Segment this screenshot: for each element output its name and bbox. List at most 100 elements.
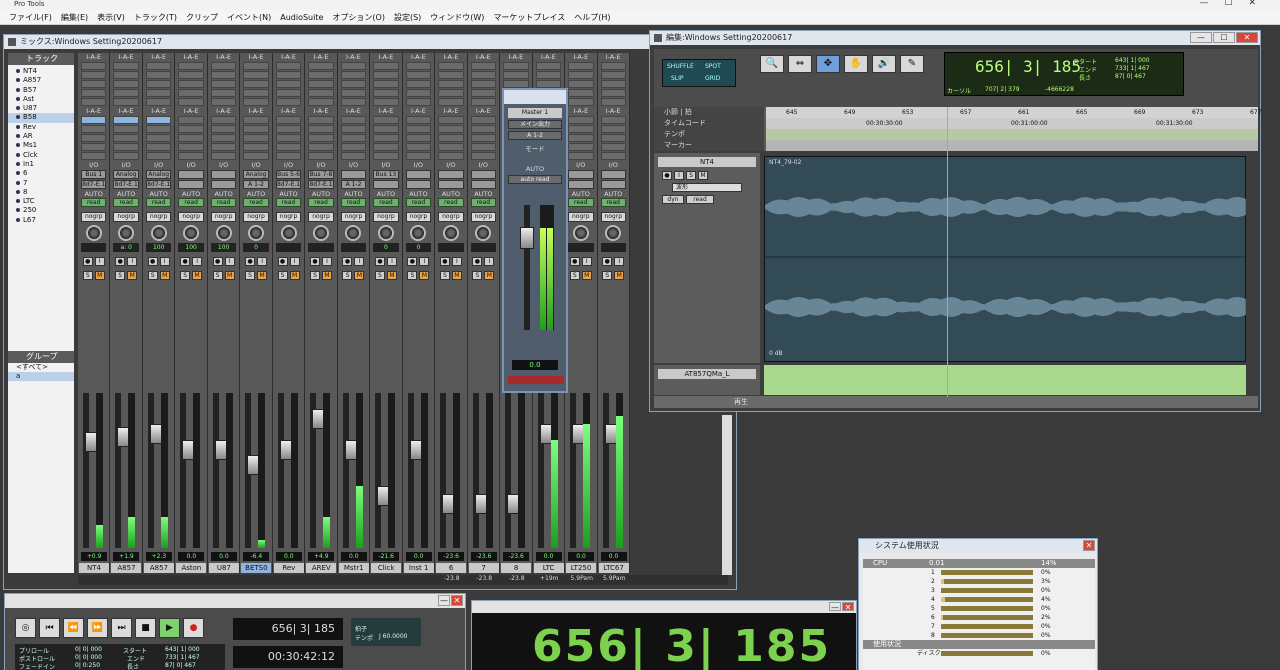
close-button[interactable]: ✕ [451, 595, 463, 606]
fader-track[interactable] [440, 393, 455, 548]
insert-slot[interactable] [470, 89, 497, 97]
automation-mode[interactable]: read [243, 198, 269, 207]
solo-button[interactable]: S [472, 271, 483, 280]
menu-item-1[interactable]: 編集(E) [61, 10, 88, 25]
menu-item-5[interactable]: イベント(N) [227, 10, 271, 25]
solo-button[interactable]: S [407, 271, 418, 280]
insert-slot[interactable] [308, 89, 334, 97]
send-slot[interactable] [600, 152, 626, 160]
track-name[interactable]: AREV [306, 563, 337, 573]
mute-button[interactable]: M [698, 171, 708, 180]
mute-button[interactable]: M [224, 271, 235, 280]
insert-slot[interactable] [600, 80, 626, 88]
track-list-item[interactable]: 8 [8, 188, 74, 197]
solo-button[interactable]: S [180, 271, 191, 280]
send-slot[interactable] [81, 143, 107, 151]
insert-slot[interactable] [373, 80, 399, 88]
pan-knob[interactable] [248, 225, 265, 241]
track-list-item[interactable]: In1 [8, 160, 74, 169]
insert-slot[interactable] [568, 71, 594, 79]
send-slot[interactable] [470, 134, 497, 142]
fader-track[interactable] [147, 393, 162, 548]
group-item-all[interactable]: <すべて> [8, 363, 74, 372]
close-button[interactable]: ✕ [1236, 32, 1258, 43]
insert-slot[interactable] [470, 98, 497, 106]
group-select[interactable]: nogrp [373, 212, 399, 222]
volume-value[interactable]: 0.0 [210, 552, 237, 561]
solo-button[interactable]: S [569, 271, 580, 280]
output-select[interactable] [600, 180, 626, 189]
input-select[interactable] [210, 170, 237, 179]
send-slot[interactable] [600, 134, 626, 142]
track-visible-icon[interactable] [16, 171, 20, 176]
main-counter[interactable]: 656| 3| 185 スタート エンド 長さ 643| 1| 000 733|… [944, 52, 1184, 96]
mode-shuffle[interactable]: SHUFFLE [667, 63, 694, 70]
mute-button[interactable]: M [127, 271, 138, 280]
solo-button[interactable]: S [686, 171, 696, 180]
menu-item-4[interactable]: クリップ [186, 10, 218, 25]
zoom-icon[interactable]: 🔍 [760, 55, 784, 73]
input-select[interactable] [405, 170, 432, 179]
tracks-panel-header[interactable]: トラック [8, 53, 74, 65]
send-slot[interactable] [243, 125, 269, 133]
track-visible-icon[interactable] [16, 87, 20, 92]
send-slot[interactable] [275, 143, 302, 151]
volume-value[interactable]: -6.4 [243, 552, 270, 561]
fader-track[interactable] [83, 393, 97, 548]
send-slot[interactable] [568, 152, 594, 160]
mute-button[interactable]: M [419, 271, 430, 280]
input-button[interactable]: I [419, 257, 430, 266]
send-slot[interactable] [438, 125, 464, 133]
automation-mode[interactable]: read [308, 198, 334, 207]
send-slot[interactable] [340, 116, 367, 124]
ruler-label[interactable]: タイムコード [654, 118, 764, 129]
mute-button[interactable]: M [257, 271, 268, 280]
track-list-item[interactable]: NT4 [8, 67, 74, 76]
insert-slot[interactable] [145, 98, 172, 106]
send-slot[interactable] [81, 125, 107, 133]
send-slot[interactable] [340, 134, 367, 142]
pan-knob[interactable] [410, 225, 427, 241]
ruler-label[interactable]: マーカー [654, 140, 764, 151]
insert-slot[interactable] [503, 62, 529, 70]
pre-roll-value[interactable]: 0| 0| 000 [75, 646, 102, 653]
pan-value[interactable]: 0 [405, 243, 432, 252]
volume-value[interactable]: 0.0 [600, 552, 627, 561]
tempo-value[interactable]: J 60.0000 [379, 633, 408, 640]
insert-slot[interactable] [373, 98, 399, 106]
send-slot[interactable] [308, 143, 334, 151]
record-button[interactable]: ● [342, 257, 353, 266]
menu-item-2[interactable]: 表示(V) [97, 10, 125, 25]
automation-mode[interactable]: read [405, 198, 432, 207]
automation-mode[interactable]: read [438, 198, 464, 207]
fader-track[interactable] [180, 393, 195, 548]
insert-slot[interactable] [600, 89, 626, 97]
return-to-zero-button[interactable]: ⏮ [39, 618, 60, 638]
pan-knob[interactable] [280, 225, 297, 241]
menu-item-6[interactable]: AudioSuite [280, 10, 323, 25]
solo-button[interactable]: S [147, 271, 158, 280]
insert-slot[interactable] [470, 80, 497, 88]
mix-window-title[interactable]: ミックス:Windows Setting20200617 [4, 35, 736, 49]
solo-button[interactable]: S [342, 271, 353, 280]
pan-value[interactable] [600, 243, 626, 252]
record-button[interactable]: ● [147, 257, 158, 266]
group-select[interactable]: nogrp [600, 212, 626, 222]
insert-slot[interactable] [438, 89, 464, 97]
insert-slot[interactable] [113, 98, 139, 106]
send-slot[interactable] [470, 125, 497, 133]
track-list-item[interactable]: B58 [8, 113, 74, 123]
minimize-button[interactable]: — [829, 602, 841, 612]
track-list-item[interactable]: LTC [8, 197, 74, 206]
automation-mode[interactable]: read [470, 198, 497, 207]
record-button[interactable]: ● [180, 257, 191, 266]
track-visible-icon[interactable] [16, 208, 20, 213]
insert-slot[interactable] [405, 71, 432, 79]
insert-slot[interactable] [243, 71, 269, 79]
track-list-item[interactable]: 7 [8, 179, 74, 188]
fast-forward-button[interactable]: ⏩ [87, 618, 108, 638]
insert-slot[interactable] [243, 89, 269, 97]
tempo-ruler[interactable] [766, 129, 1258, 140]
pan-value[interactable] [81, 243, 107, 252]
insert-slot[interactable] [503, 80, 529, 88]
